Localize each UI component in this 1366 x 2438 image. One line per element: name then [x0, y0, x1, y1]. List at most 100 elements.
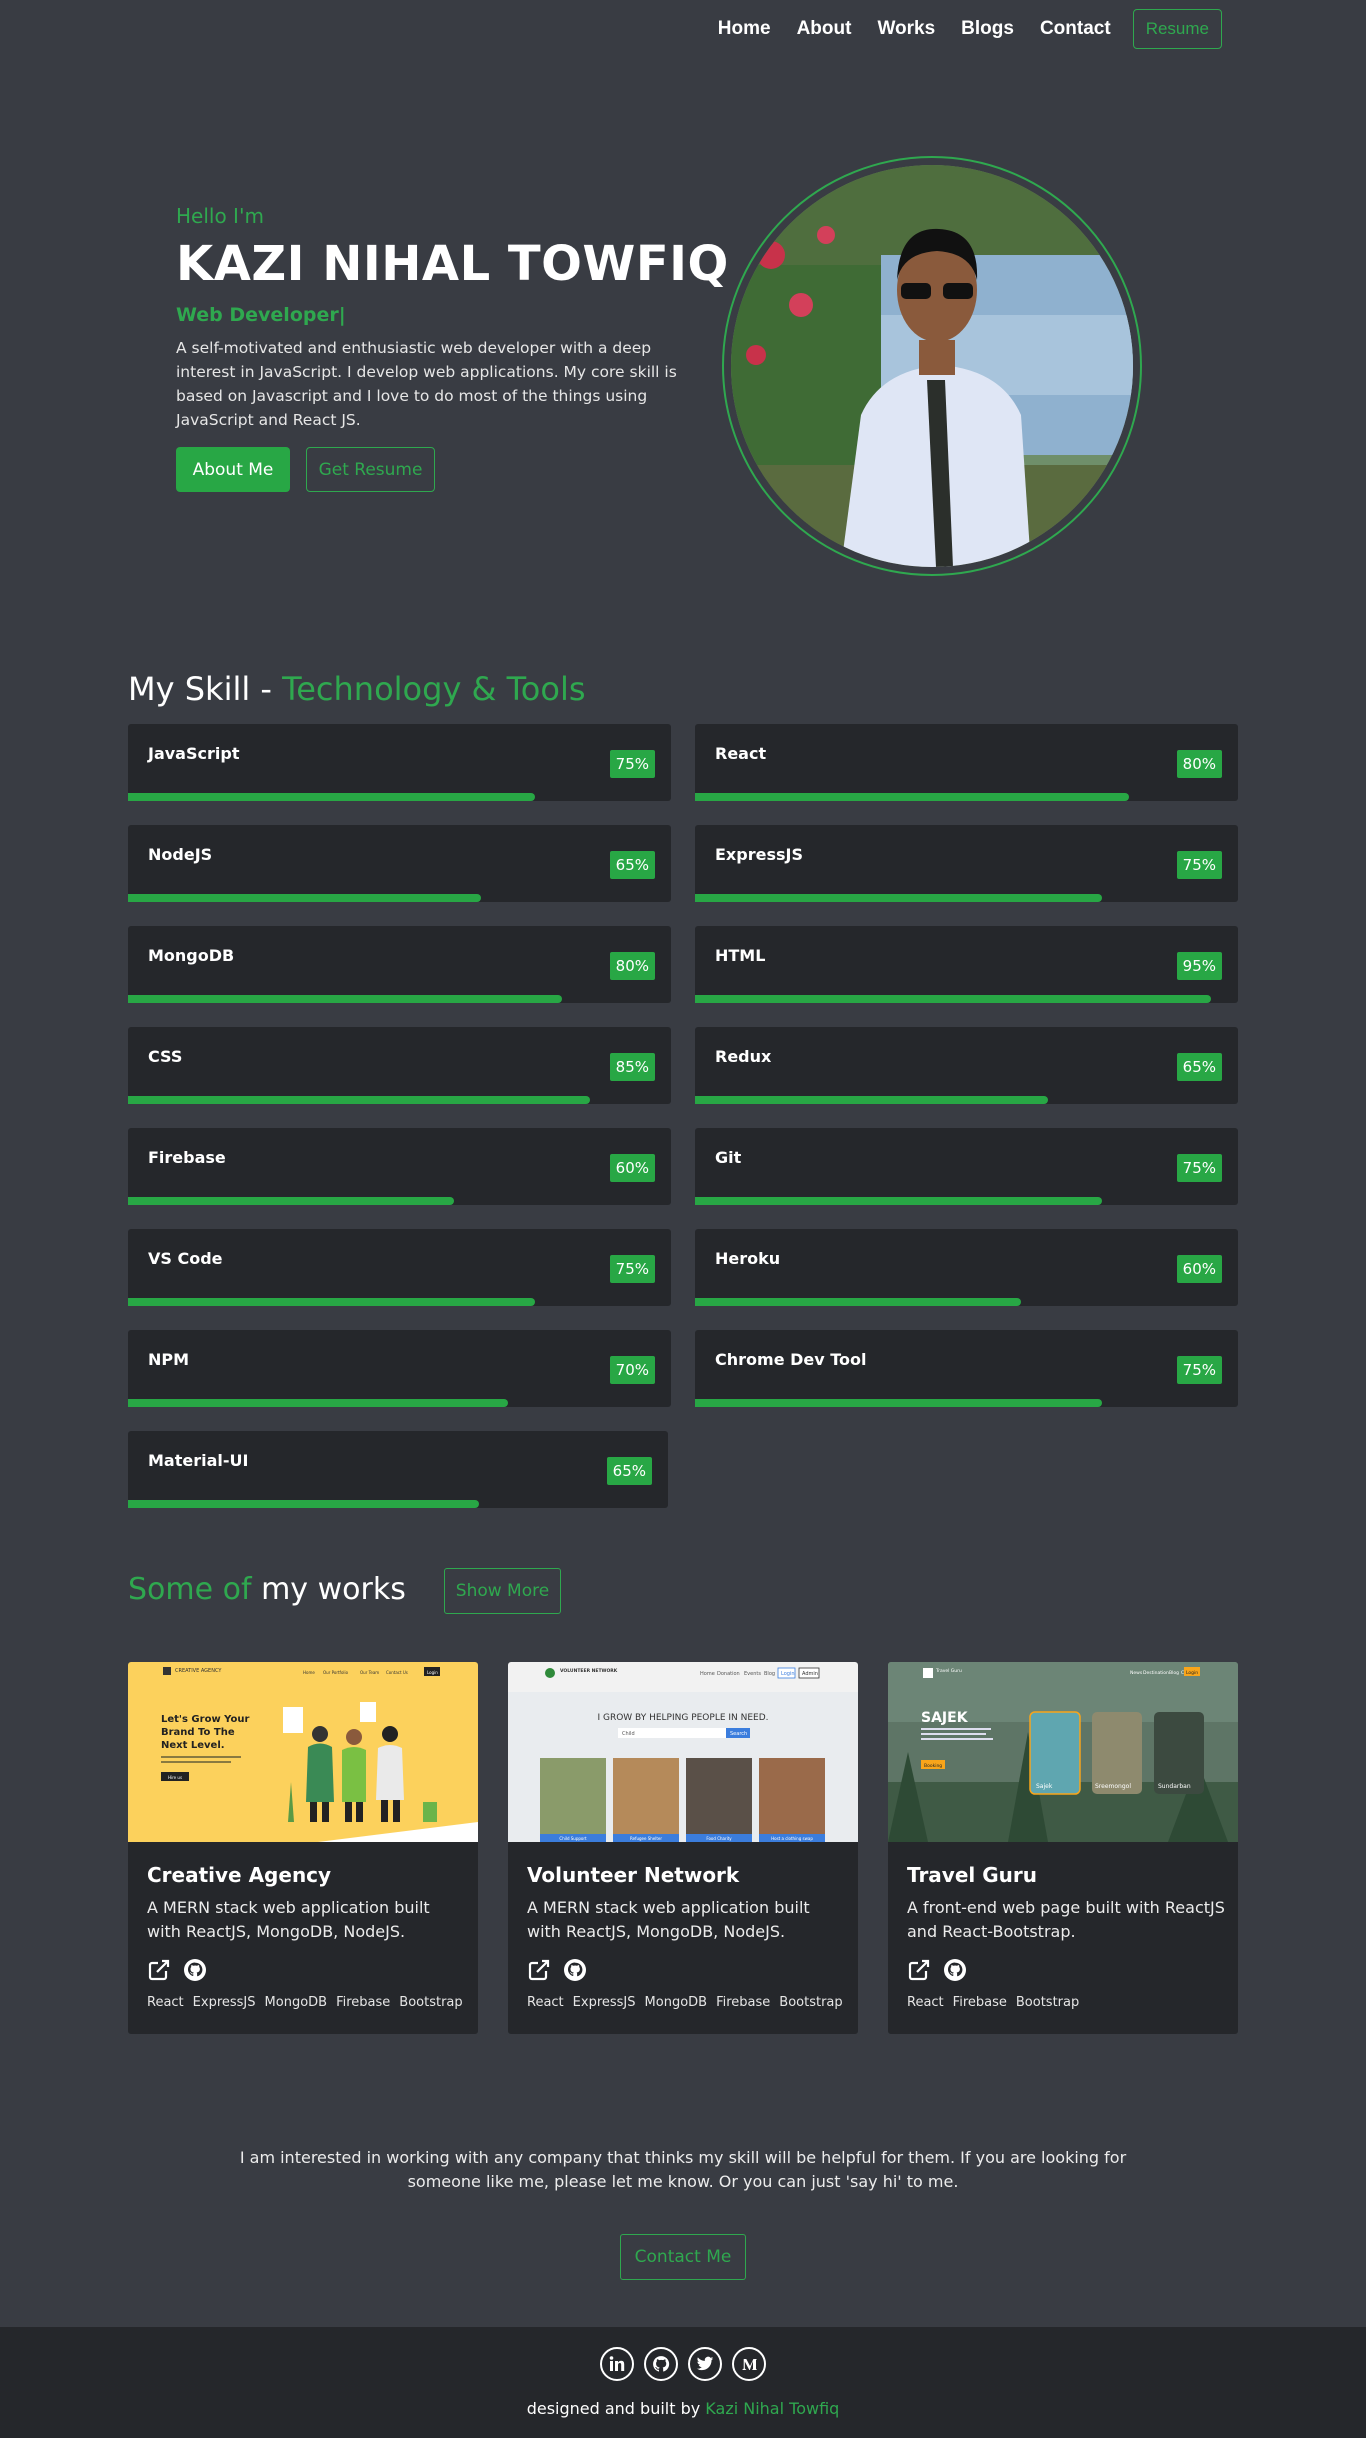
- github-icon[interactable]: [183, 1958, 207, 1982]
- skill-card: MongoDB 80%: [128, 926, 671, 1003]
- project-title: Creative Agency: [147, 1863, 332, 1887]
- project-description: A front-end web page built with ReactJS …: [907, 1898, 1225, 1941]
- skill-progress-bar: [695, 1197, 1102, 1205]
- credit-prefix: designed and built by: [526, 2399, 706, 2418]
- tag: Bootstrap: [1015, 1995, 1080, 2010]
- thumb-headline: SAJEK: [921, 1710, 969, 1726]
- skill-percent-badge: 60%: [1176, 1255, 1222, 1283]
- nav-works[interactable]: Works: [877, 18, 935, 40]
- thumb-nav-2: Donation: [717, 1671, 740, 1677]
- hero-description: A self-motivated and enthusiastic web de…: [176, 339, 677, 429]
- project-thumbnail[interactable]: CREATIVE AGENCY Home Our Portfolio Our T…: [128, 1662, 478, 1842]
- skill-progress-bar: [695, 1399, 1102, 1407]
- show-more-button[interactable]: Show More: [444, 1568, 561, 1614]
- thumb-nav-3: Blog: [1169, 1670, 1179, 1676]
- tag: ExpressJS: [572, 1995, 636, 2010]
- skill-percent-badge: 65%: [609, 851, 655, 879]
- works-title-white: my works: [261, 1572, 406, 1607]
- thumb-card-2: Sreemongol: [1095, 1783, 1131, 1790]
- skill-progress-bar: [695, 1298, 1021, 1306]
- project-thumbnail[interactable]: Travel Guru News Destination Blog Contac…: [888, 1662, 1238, 1842]
- thumb-card-3: Sundarban: [1158, 1783, 1191, 1790]
- thumb-nav-4: Contact Us: [386, 1670, 408, 1675]
- skill-name: React: [715, 744, 767, 763]
- skill-card: React 80%: [695, 724, 1238, 801]
- tag: ExpressJS: [192, 1995, 256, 2010]
- nav-blogs[interactable]: Blogs: [961, 18, 1014, 40]
- about-me-button[interactable]: About Me: [176, 447, 290, 492]
- project-thumbnail[interactable]: VOLUNTEER NETWORK Home Donation Events B…: [508, 1662, 858, 1842]
- github-icon[interactable]: [563, 1958, 587, 1982]
- footer: designed and built by Kazi Nihal Towfiq: [0, 2327, 1366, 2438]
- skill-card: VS Code 75%: [128, 1229, 671, 1306]
- skill-card: Heroku 60%: [695, 1229, 1238, 1306]
- skill-percent-badge: 85%: [609, 1053, 655, 1081]
- thumb-brand: VOLUNTEER NETWORK: [560, 1668, 618, 1674]
- skills-title-white: My Skill -: [128, 670, 283, 708]
- project-description: A MERN stack web application built with …: [147, 1898, 430, 1941]
- linkedin-icon[interactable]: [600, 2347, 634, 2381]
- thumb-headline-1: Let's Grow Your: [161, 1714, 249, 1725]
- avatar: [731, 165, 1133, 567]
- footer-credit: designed and built by Kazi Nihal Towfiq: [0, 2399, 1366, 2418]
- skill-progress-bar: [695, 894, 1102, 902]
- thumb-nav-5: Login: [427, 1670, 438, 1675]
- skill-name: JavaScript: [148, 744, 240, 763]
- external-link-icon[interactable]: [907, 1958, 931, 1982]
- skill-name: NodeJS: [148, 845, 213, 864]
- nav-home[interactable]: Home: [718, 18, 771, 40]
- skill-percent-badge: 75%: [1176, 851, 1222, 879]
- contact-pitch: I am interested in working with any comp…: [239, 2148, 1127, 2191]
- thumb-nav-1: Home: [700, 1671, 715, 1677]
- skill-name: Heroku: [715, 1249, 781, 1268]
- skill-card: Material-UI 65%: [128, 1431, 668, 1508]
- get-resume-button[interactable]: Get Resume: [306, 447, 435, 492]
- skill-percent-badge: 75%: [609, 750, 655, 778]
- external-link-icon[interactable]: [147, 1958, 171, 1982]
- github-icon[interactable]: [943, 1958, 967, 1982]
- github-icon[interactable]: [644, 2347, 678, 2381]
- skill-card: ExpressJS 75%: [695, 825, 1238, 902]
- thumb-login: Login: [1186, 1670, 1198, 1676]
- skill-card: Chrome Dev Tool 75%: [695, 1330, 1238, 1407]
- project-tags: React ExpressJS MongoDB Firebase Bootstr…: [527, 1995, 843, 2010]
- credit-name-link[interactable]: Kazi Nihal Towfiq: [705, 2399, 839, 2418]
- thumb-card-1: Sajek: [1036, 1783, 1053, 1790]
- project-card-volunteer-network: VOLUNTEER NETWORK Home Donation Events B…: [508, 1662, 858, 2034]
- thumb-nav-3: Our Team: [360, 1670, 379, 1675]
- skill-progress-bar: [128, 1298, 535, 1306]
- nav-contact[interactable]: Contact: [1040, 18, 1111, 40]
- nav-resume-button[interactable]: Resume: [1132, 9, 1222, 49]
- skill-card: NPM 70%: [128, 1330, 671, 1407]
- contact-me-button[interactable]: Contact Me: [620, 2234, 746, 2280]
- tag: MongoDB: [264, 1995, 328, 2010]
- nav-about[interactable]: About: [797, 18, 852, 40]
- skill-percent-badge: 60%: [609, 1154, 655, 1182]
- project-card-travel-guru: Travel Guru News Destination Blog Contac…: [888, 1662, 1238, 2034]
- skill-name: Material-UI: [148, 1451, 249, 1470]
- project-tags: React ExpressJS MongoDB Firebase Bootstr…: [147, 1995, 463, 2010]
- tag: React: [907, 1995, 944, 2010]
- skill-name: HTML: [715, 946, 766, 965]
- tag: React: [147, 1995, 184, 2010]
- hero-greeting: Hello I'm: [176, 204, 264, 228]
- thumb-nav-1: Home: [303, 1670, 315, 1675]
- external-link-icon[interactable]: [527, 1958, 551, 1982]
- medium-icon[interactable]: [732, 2347, 766, 2381]
- thumb-headline-2: Brand To The: [161, 1727, 235, 1738]
- skill-percent-badge: 65%: [1176, 1053, 1222, 1081]
- thumb-card-3: Food Charity: [706, 1836, 732, 1841]
- skill-name: NPM: [148, 1350, 190, 1369]
- skill-name: CSS: [148, 1047, 183, 1066]
- skill-card: Firebase 60%: [128, 1128, 671, 1205]
- skill-progress-bar: [128, 1500, 479, 1508]
- skill-percent-badge: 95%: [1176, 952, 1222, 980]
- twitter-icon[interactable]: [688, 2347, 722, 2381]
- skill-progress-bar: [695, 995, 1211, 1003]
- skill-name: Chrome Dev Tool: [715, 1350, 867, 1369]
- skill-card: Redux 65%: [695, 1027, 1238, 1104]
- skill-name: ExpressJS: [715, 845, 803, 864]
- thumb-card-4: Host a clothing swap: [771, 1836, 813, 1841]
- project-links: [527, 1958, 587, 1982]
- skills-title: My Skill - Technology & Tools: [128, 670, 586, 708]
